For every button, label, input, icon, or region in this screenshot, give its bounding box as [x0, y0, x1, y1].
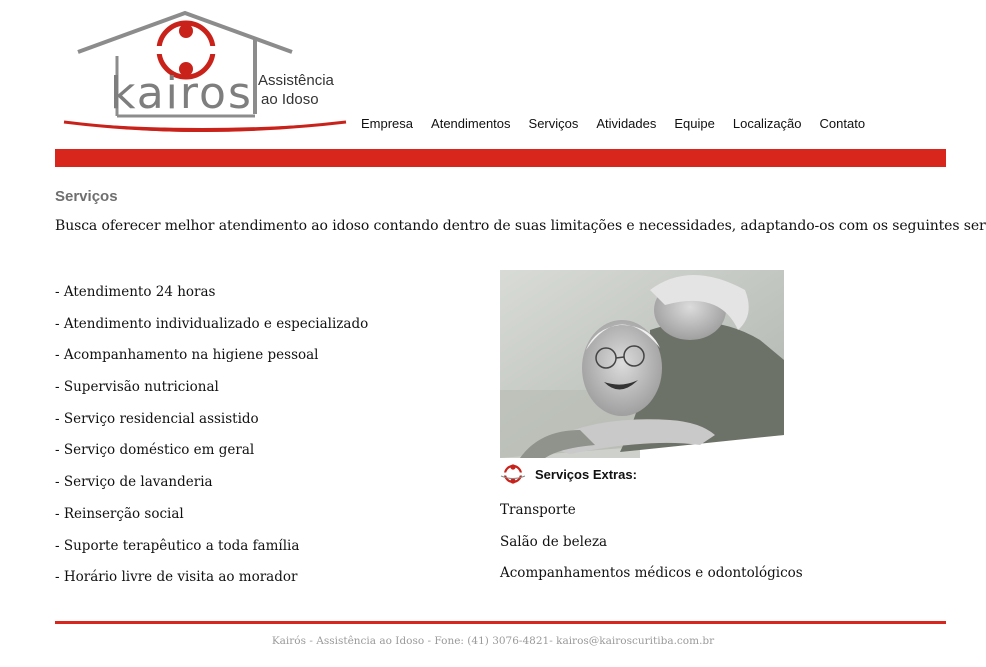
nav-localizacao[interactable]: Localização: [733, 116, 802, 131]
service-item: - Serviço de lavanderia: [55, 474, 213, 491]
nav-empresa[interactable]: Empresa: [361, 116, 413, 131]
service-item: - Acompanhamento na higiene pessoal: [55, 347, 319, 364]
kairos-emblem-icon: [500, 464, 526, 484]
footer-contact: Kairós - Assistência ao Idoso - Fone: (4…: [271, 635, 715, 647]
service-item: - Supervisão nutricional: [55, 379, 219, 396]
house-logo-icon: kairos Assistência ao Idoso: [63, 10, 347, 132]
nav-servicos[interactable]: Serviços: [529, 116, 579, 131]
logo-brand-text: kairos: [110, 68, 253, 119]
extras-heading: Serviços Extras:: [500, 464, 637, 484]
nav-atividades[interactable]: Atividades: [596, 116, 656, 131]
extra-item: Transporte: [500, 502, 576, 518]
site-logo[interactable]: kairos Assistência ao Idoso: [60, 8, 352, 138]
intro-text: Busca oferecer melhor atendimento ao ido…: [55, 218, 986, 234]
main-nav: Empresa Atendimentos Serviços Atividades…: [352, 116, 874, 131]
nav-atendimentos[interactable]: Atendimentos: [431, 116, 511, 131]
header-red-bar: [55, 149, 946, 167]
extra-item: Acompanhamentos médicos e odontológicos: [500, 565, 803, 582]
nav-contato[interactable]: Contato: [820, 116, 866, 131]
elderly-couple-photo: [500, 270, 784, 458]
extras-heading-text: Serviços Extras:: [535, 466, 637, 482]
service-item: - Reinserção social: [55, 505, 184, 522]
service-item: - Atendimento individualizado e especial…: [55, 315, 369, 332]
extra-item: Salão de beleza: [500, 533, 608, 550]
services-list: - Atendimento 24 horas - Atendimento ind…: [55, 284, 368, 601]
service-item: - Atendimento 24 horas: [55, 284, 216, 300]
footer-red-line: [55, 621, 946, 624]
service-item: - Suporte terapêutico a toda família: [55, 537, 300, 554]
nav-equipe[interactable]: Equipe: [674, 116, 714, 131]
extras-list: Transporte Salão de beleza Acompanhament…: [500, 502, 803, 597]
service-item: - Serviço doméstico em geral: [55, 442, 255, 459]
page-title: Serviços: [55, 188, 118, 205]
service-item: - Serviço residencial assistido: [55, 410, 259, 427]
service-item: - Horário livre de visita ao morador: [55, 569, 298, 586]
logo-tagline-1: Assistência: [258, 72, 335, 89]
logo-tagline-2: ao Idoso: [261, 91, 319, 108]
